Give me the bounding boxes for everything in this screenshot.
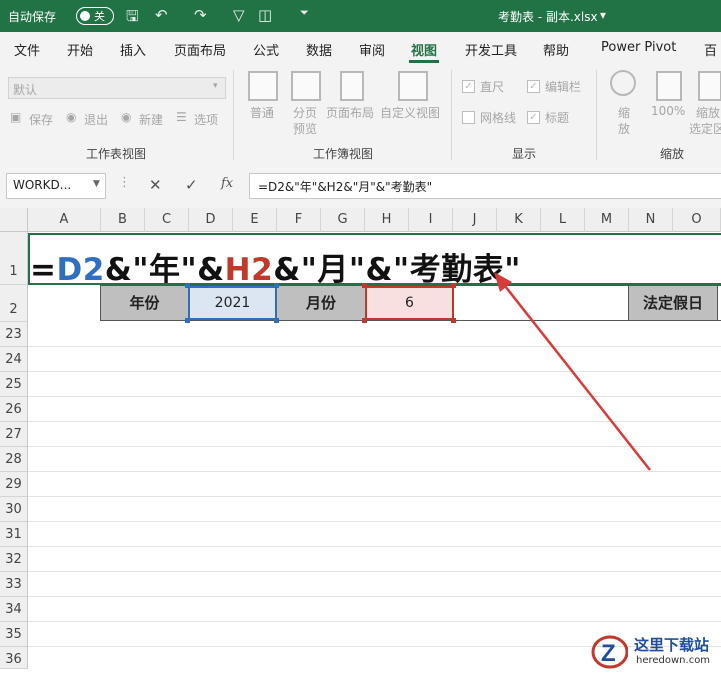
arrow-shaft [504, 285, 651, 471]
watermark-title: 这里下载站 [634, 636, 710, 654]
arrow-head [494, 272, 512, 292]
svg-text:Z: Z [601, 640, 616, 667]
watermark-sub: heredown.com [636, 655, 711, 666]
watermark-z-icon: Z [591, 635, 628, 669]
watermark-logo: Z 这里下载站 heredown.com [588, 630, 721, 669]
annotation-arrow [494, 272, 651, 471]
